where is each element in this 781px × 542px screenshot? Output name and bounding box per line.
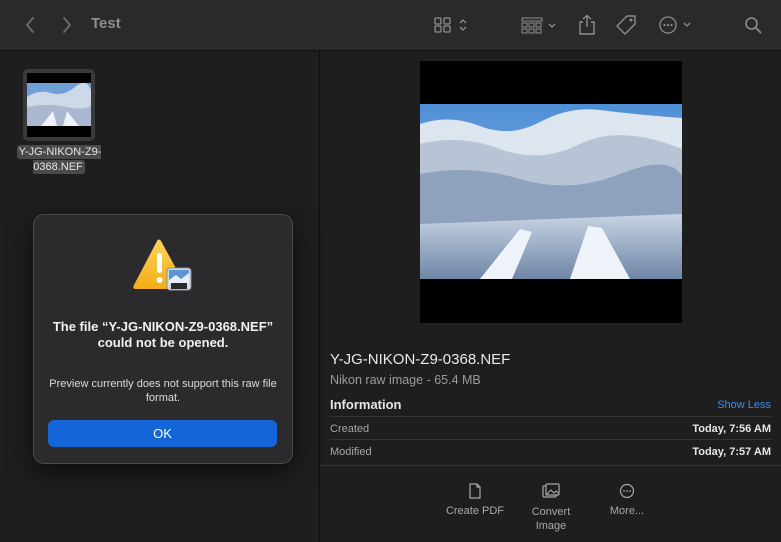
ellipsis-circle-icon	[619, 483, 635, 499]
more-actions-label: More...	[609, 505, 645, 517]
tag-button[interactable]	[614, 12, 638, 38]
preview-image-box	[420, 61, 682, 323]
preview-file-name: Y-JG-NIKON-Z9-0368.NEF	[330, 351, 511, 368]
view-mode-button[interactable]	[432, 12, 472, 38]
file-name-label: Y-JG-NIKON-Z9-0368.NEF	[16, 145, 102, 175]
info-value: Today, 7:57 AM	[692, 446, 771, 458]
info-key: Created	[330, 423, 370, 435]
more-actions-button[interactable]: More...	[587, 483, 667, 517]
preview-file-kind: Nikon raw image - 65.4 MB	[330, 373, 481, 387]
group-button[interactable]	[520, 12, 560, 38]
ellipsis-circle-icon	[659, 16, 691, 34]
toolbar: Test	[0, 0, 781, 51]
ok-button[interactable]: OK	[48, 420, 277, 447]
create-pdf-button[interactable]: Create PDF	[435, 483, 515, 517]
window-title: Test	[91, 15, 121, 32]
information-heading: Information	[330, 397, 402, 412]
alert-dialog: The file “Y-JG-NIKON-Z9-0368.NEF” could …	[33, 214, 293, 464]
share-icon	[579, 14, 595, 35]
finder-window: Test Y-JG-NIKON-Z9-0368.NEF Y-JG-NIKON-Z…	[0, 0, 781, 542]
alert-message: Preview currently does not support this …	[49, 378, 277, 404]
chevron-right-icon	[63, 17, 71, 33]
quick-actions-divider	[320, 465, 781, 466]
convert-image-button[interactable]: Convert Image	[511, 483, 591, 533]
document-icon	[469, 483, 481, 499]
back-button[interactable]	[20, 12, 40, 38]
photos-icon	[542, 483, 560, 498]
preview-image	[420, 104, 682, 279]
alert-title: The file “Y-JG-NIKON-Z9-0368.NEF” could …	[52, 319, 274, 350]
file-thumbnail	[27, 73, 91, 137]
search-icon	[745, 17, 762, 34]
action-menu-button[interactable]	[657, 12, 697, 38]
show-less-link[interactable]: Show Less	[717, 399, 771, 411]
share-button[interactable]	[576, 12, 598, 38]
file-thumbnail-frame	[23, 69, 95, 141]
file-name-text: Y-JG-NIKON-Z9-0368.NEF	[16, 145, 102, 174]
search-button[interactable]	[742, 12, 764, 38]
grid-view-icon	[434, 17, 467, 33]
info-value: Today, 7:56 AM	[692, 423, 771, 435]
info-key: Modified	[330, 446, 372, 458]
preview-pane: Y-JG-NIKON-Z9-0368.NEF Nikon raw image -…	[320, 51, 781, 542]
forward-button[interactable]	[57, 12, 77, 38]
info-row-created: Created Today, 7:56 AM	[330, 416, 771, 439]
group-icon	[521, 17, 556, 34]
tag-icon	[616, 15, 636, 35]
chevron-left-icon	[26, 17, 34, 33]
convert-image-label: Convert Image	[531, 506, 571, 532]
warning-icon	[133, 239, 192, 291]
create-pdf-label: Create PDF	[445, 505, 505, 517]
info-row-modified: Modified Today, 7:57 AM	[330, 439, 771, 462]
